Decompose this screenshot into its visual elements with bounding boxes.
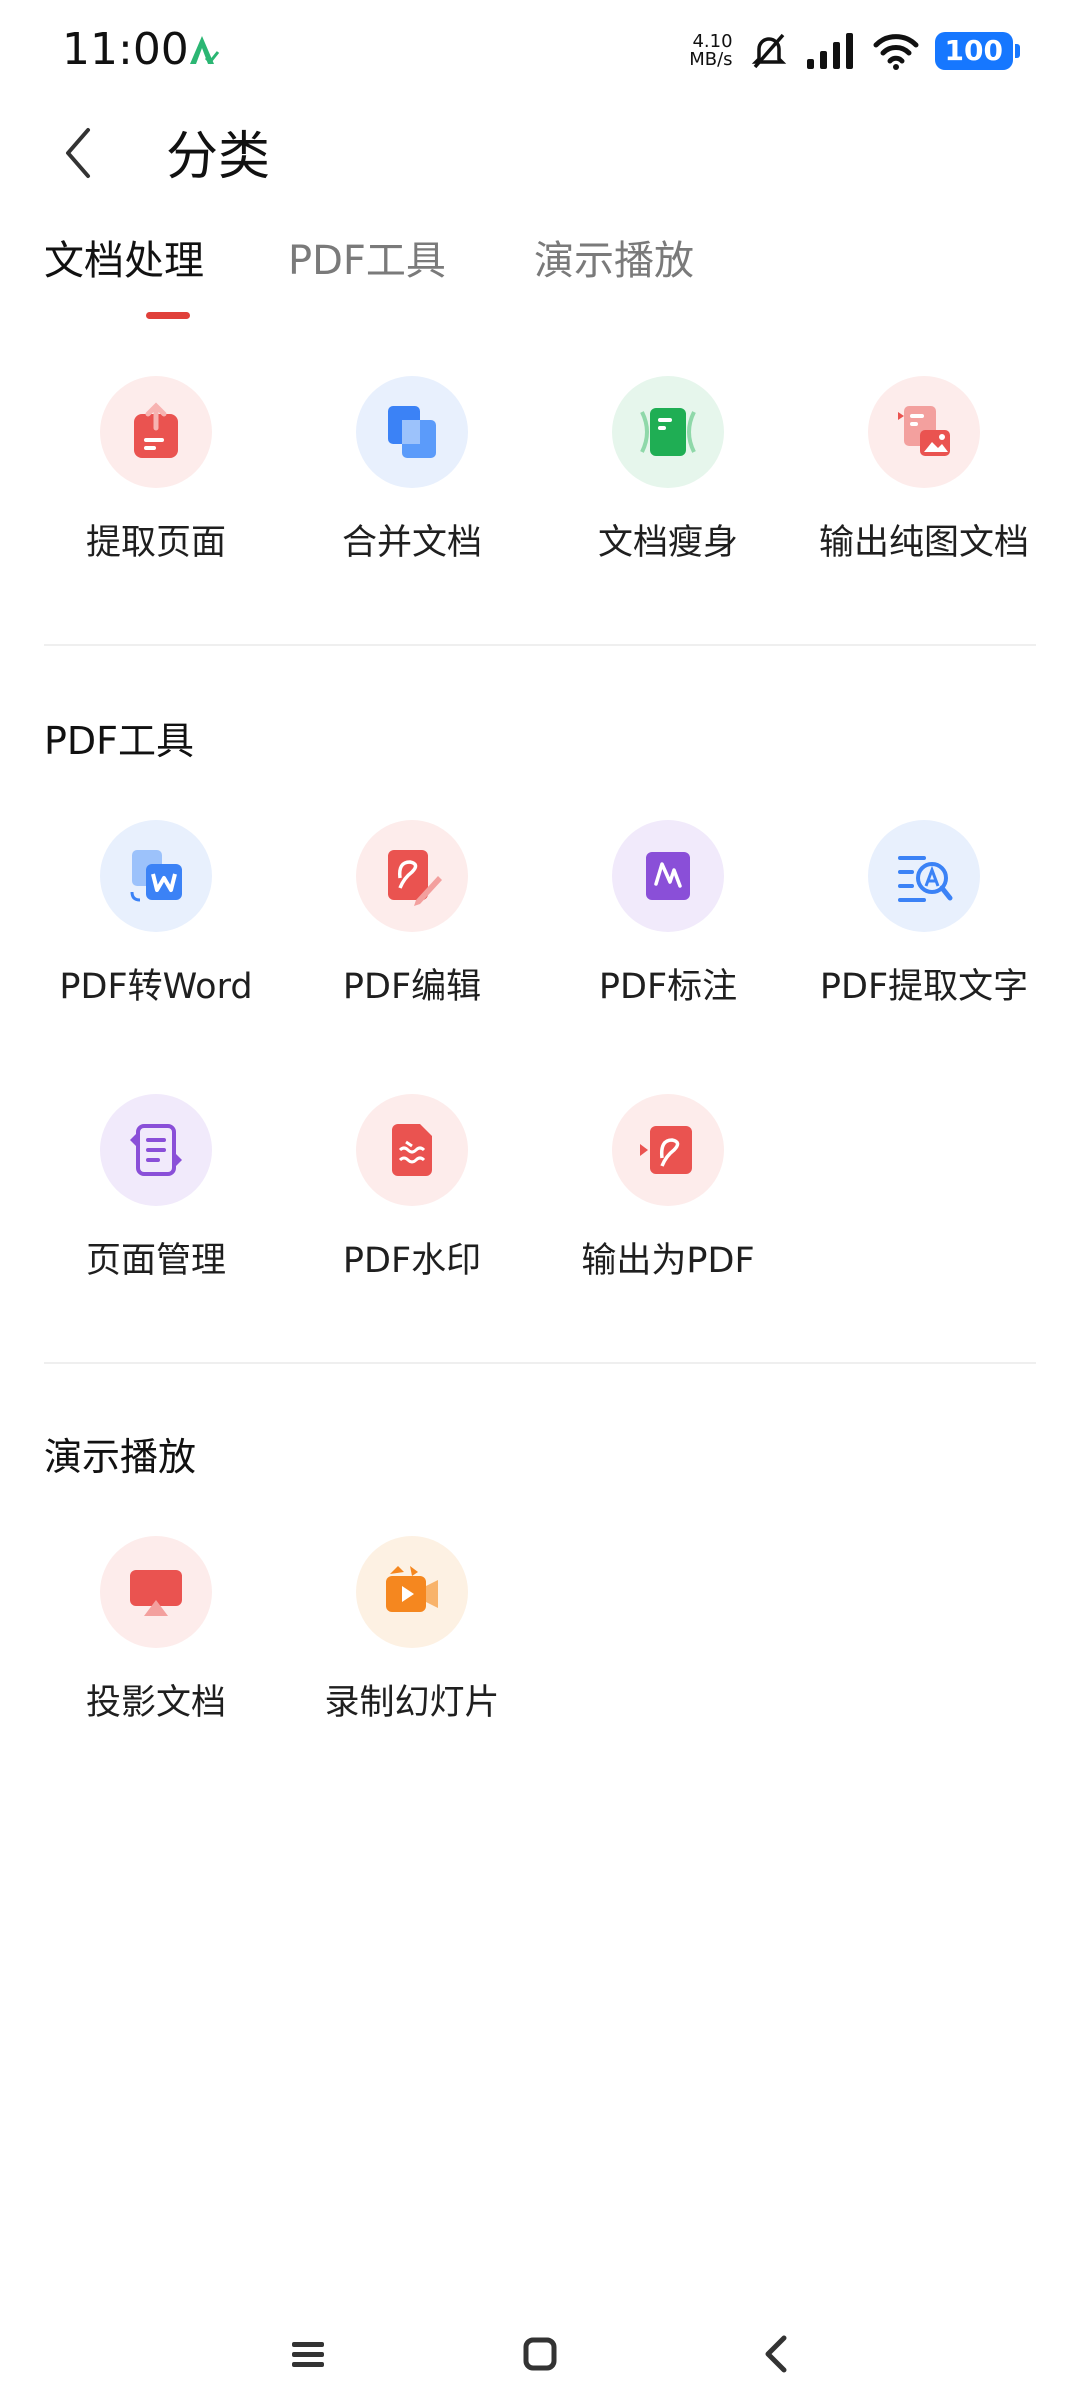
tool-page-manage[interactable]: 页面管理 <box>28 1094 284 1294</box>
tool-label: PDF转Word <box>59 967 253 1007</box>
tool-pdf-edit[interactable]: PDF编辑 <box>284 820 540 1020</box>
tool-label: 输出纯图文档 <box>818 523 1029 563</box>
tab-presentation[interactable]: 演示播放 <box>534 228 694 286</box>
tool-label: 页面管理 <box>85 1241 226 1281</box>
pdf-to-word-icon <box>130 850 182 902</box>
home-icon[interactable] <box>510 2324 570 2384</box>
tool-pdf-watermark[interactable]: PDF水印 <box>284 1094 540 1294</box>
project-doc-icon <box>130 1570 182 1616</box>
section-divider <box>44 1362 1036 1364</box>
tool-label: PDF编辑 <box>342 967 482 1007</box>
slim-doc-icon <box>640 408 696 456</box>
tool-pdf-annotate[interactable]: PDF标注 <box>540 820 796 1020</box>
system-nav-bar <box>0 2300 1080 2400</box>
status-indicators: 4.10 MB/s 100 <box>689 26 1020 76</box>
tool-merge-doc[interactable]: 合并文档 <box>284 376 540 576</box>
nav-back-icon[interactable] <box>746 2324 806 2384</box>
tab-doc-processing[interactable]: 文档处理 <box>44 228 204 286</box>
menu-icon[interactable] <box>278 2324 338 2384</box>
header: 分类 <box>0 100 1080 210</box>
tool-label: PDF标注 <box>598 967 738 1007</box>
tool-label: 录制幻灯片 <box>324 1683 500 1723</box>
extract-page-icon <box>134 402 178 458</box>
silent-bell-icon <box>751 33 786 69</box>
status-bar: 11:00 4.10 MB/s 100 <box>0 0 1080 100</box>
wifi-icon <box>873 34 919 70</box>
tab-active-indicator <box>146 312 190 319</box>
tool-record-slides[interactable]: 录制幻灯片 <box>284 1536 540 1736</box>
tool-label: 合并文档 <box>341 523 482 563</box>
tool-extract-page[interactable]: 提取页面 <box>28 376 284 576</box>
record-slides-icon <box>386 1566 438 1612</box>
tool-label: 输出为PDF <box>581 1241 755 1281</box>
page-title: 分类 <box>166 127 271 187</box>
page-manage-icon <box>130 1124 182 1176</box>
tool-pdf-to-word[interactable]: PDF转Word <box>28 820 284 1020</box>
category-tabs: 文档处理 PDF工具 演示播放 <box>44 228 1044 328</box>
tool-export-pdf[interactable]: 输出为PDF <box>540 1094 796 1294</box>
signal-icon <box>806 33 853 69</box>
tab-pdf-tools[interactable]: PDF工具 <box>288 228 446 286</box>
export-pdf-icon <box>640 1126 692 1174</box>
tool-label: PDF提取文字 <box>819 967 1029 1007</box>
section-divider <box>44 644 1036 646</box>
network-speed: 4.10 MB/s <box>689 31 733 70</box>
pdf-edit-icon <box>388 850 442 906</box>
tool-image-doc[interactable]: 输出纯图文档 <box>796 376 1052 576</box>
tool-label: 投影文档 <box>85 1683 226 1723</box>
tool-label: PDF水印 <box>342 1241 482 1281</box>
image-doc-icon <box>898 406 950 456</box>
section-title-presentation: 演示播放 <box>44 1435 197 1479</box>
battery-indicator: 100 <box>934 32 1020 70</box>
merge-doc-icon <box>388 406 436 458</box>
pdf-watermark-icon <box>392 1124 432 1176</box>
tool-slim-doc[interactable]: 文档瘦身 <box>540 376 796 576</box>
section-title-pdf-tools: PDF工具 <box>44 719 195 763</box>
pdf-annotate-icon <box>646 852 690 900</box>
tool-pdf-ocr[interactable]: PDF提取文字 <box>796 820 1052 1020</box>
tool-label: 提取页面 <box>85 523 226 563</box>
back-button[interactable] <box>46 118 116 188</box>
tool-project-doc[interactable]: 投影文档 <box>28 1536 284 1736</box>
tool-label: 文档瘦身 <box>597 523 738 563</box>
status-time: 11:00 <box>62 24 189 75</box>
pdf-ocr-icon <box>898 856 953 902</box>
app-notification-icon <box>190 36 220 65</box>
